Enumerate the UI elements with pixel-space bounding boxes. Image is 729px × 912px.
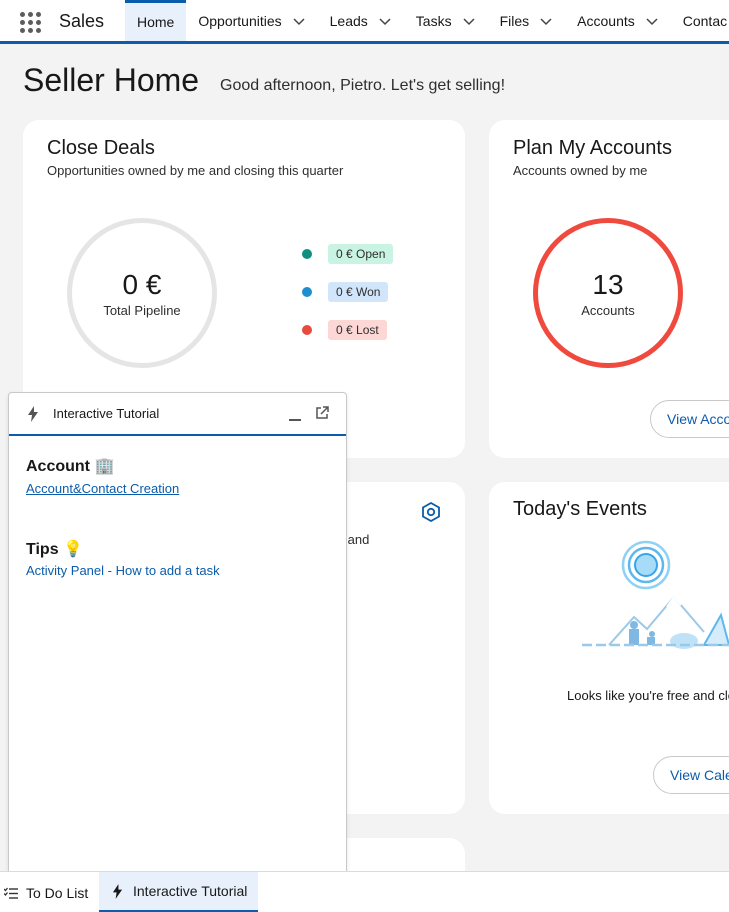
card-subtitle: Accounts owned by me: [513, 163, 648, 178]
tab-label: Home: [137, 14, 175, 30]
building-icon: 🏢: [94, 458, 115, 475]
chevron-down-icon[interactable]: [378, 14, 392, 28]
card-subtitle: Opportunities owned by me and closing th…: [47, 163, 344, 178]
tutorial-panel-title: Interactive Tutorial: [53, 406, 160, 421]
lightning-icon: [112, 883, 123, 899]
status-dot: [302, 249, 312, 259]
total-pipeline-label: Total Pipeline: [103, 302, 181, 318]
empty-state-text: Looks like you're free and cle: [567, 688, 729, 703]
utility-interactive-tutorial[interactable]: Interactive Tutorial: [99, 872, 258, 912]
empty-calendar-illustration: [582, 540, 729, 649]
lightning-icon: [28, 405, 38, 422]
status-dot: [302, 287, 312, 297]
tab-leads[interactable]: Leads: [318, 0, 404, 41]
utility-todo-list[interactable]: To Do List: [4, 872, 96, 912]
utility-item-label: To Do List: [26, 884, 89, 901]
app-launcher-icon[interactable]: [20, 12, 42, 34]
chevron-down-icon[interactable]: [292, 14, 306, 28]
utility-item-label: Interactive Tutorial: [133, 883, 248, 899]
accounts-count: 13: [592, 268, 624, 300]
total-pipeline-value: 0 €: [122, 268, 162, 300]
view-calendar-button[interactable]: View Caler: [653, 756, 729, 794]
card-title: Close Deals: [47, 137, 155, 159]
legend-lost[interactable]: 0 € Lost: [302, 320, 387, 340]
status-dot: [302, 325, 312, 335]
page-title: Seller Home: [23, 62, 200, 98]
status-badge: 0 € Open: [328, 244, 394, 264]
tab-tasks[interactable]: Tasks: [404, 0, 488, 41]
tutorial-section-account: Account 🏢: [26, 456, 114, 476]
section-title: Account: [26, 458, 90, 475]
plan-accounts-card: Plan My Accounts Accounts owned by me 13…: [489, 120, 729, 458]
card-title: Plan My Accounts: [513, 137, 672, 159]
lightbulb-icon: 💡: [63, 541, 83, 558]
tab-opportunities[interactable]: Opportunities: [186, 0, 317, 41]
settings-icon[interactable]: [421, 502, 441, 522]
global-nav-bar: Sales Home Opportunities Leads Tasks Fil…: [0, 0, 729, 44]
greeting-text: Good afternoon, Pietro. Let's get sellin…: [220, 77, 506, 94]
tutorial-panel-header: Interactive Tutorial: [9, 393, 346, 436]
tab-label: Accounts: [577, 12, 635, 29]
tab-label: Opportunities: [198, 12, 282, 29]
status-badge: 0 € Won: [328, 282, 389, 302]
app-name: Sales: [59, 11, 105, 31]
tab-accounts[interactable]: Accounts: [565, 0, 671, 41]
minimize-icon[interactable]: [287, 407, 303, 423]
tab-label: Tasks: [415, 12, 452, 29]
account-contact-creation-link[interactable]: Account&Contact Creation: [26, 481, 179, 496]
legend-won[interactable]: 0 € Won: [302, 282, 389, 302]
chevron-down-icon[interactable]: [539, 14, 553, 28]
accounts-ring[interactable]: 13 Accounts: [533, 218, 683, 368]
pop-out-icon[interactable]: [314, 405, 330, 421]
card-title: Today's Events: [513, 498, 647, 520]
tab-files[interactable]: Files: [488, 0, 566, 41]
chevron-down-icon[interactable]: [462, 14, 476, 28]
legend-open[interactable]: 0 € Open: [302, 244, 394, 264]
nav-tabs: Home Opportunities Leads Tasks Files Acc…: [125, 0, 729, 41]
utility-bar: To Do List Interactive Tutorial: [0, 871, 729, 912]
tutorial-section-tips: Tips 💡: [26, 539, 83, 559]
view-accounts-button[interactable]: View Acco: [650, 400, 729, 438]
accounts-label: Accounts: [581, 302, 635, 318]
activity-panel-link[interactable]: Activity Panel - How to add a task: [26, 563, 220, 578]
tab-home[interactable]: Home: [125, 0, 187, 41]
chevron-down-icon[interactable]: [645, 14, 659, 28]
tab-contacts[interactable]: Contac: [671, 0, 729, 41]
interactive-tutorial-panel: Interactive Tutorial Account 🏢 Account&C…: [8, 392, 347, 872]
status-badge: 0 € Lost: [328, 320, 387, 340]
total-pipeline-ring[interactable]: 0 € Total Pipeline: [67, 218, 217, 368]
tab-label: Contac: [682, 12, 728, 29]
todays-events-card: Today's Events Looks like you're free an…: [489, 482, 729, 814]
checklist-icon: [4, 887, 18, 899]
tab-label: Leads: [329, 12, 368, 29]
tab-label: Files: [499, 12, 530, 29]
section-title: Tips: [26, 541, 59, 558]
